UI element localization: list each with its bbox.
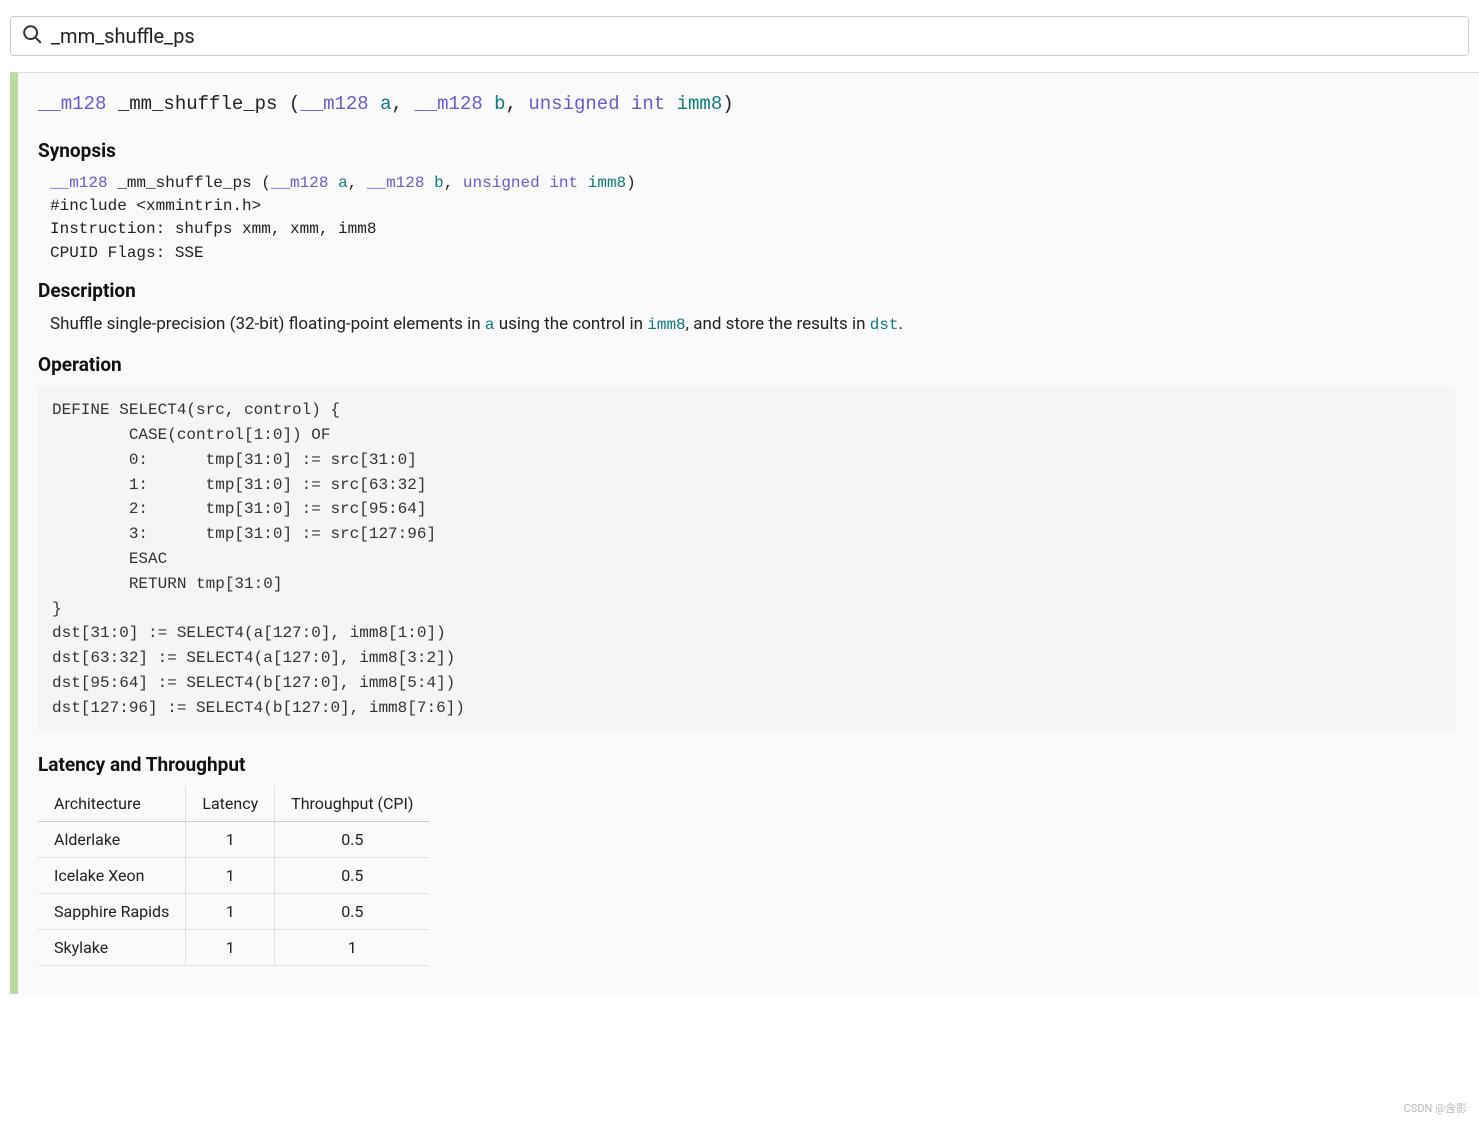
return-type: __m128 bbox=[38, 93, 106, 115]
synopsis-include: #include <xmmintrin.h> bbox=[50, 197, 261, 215]
param-1-type: __m128 bbox=[414, 93, 482, 115]
param-1-name: b bbox=[494, 93, 505, 115]
param-0-type: __m128 bbox=[300, 93, 368, 115]
function-name: _mm_shuffle_ps bbox=[118, 93, 278, 115]
synopsis-instruction: Instruction: shufps xmm, xmm, imm8 bbox=[50, 220, 376, 238]
intrinsic-detail-panel: __m128 _mm_shuffle_ps (__m128 a, __m128 … bbox=[10, 72, 1479, 994]
desc-code-a: a bbox=[485, 316, 495, 334]
watermark: CSDN @含影 bbox=[1404, 1100, 1467, 1116]
table-row: Icelake Xeon 1 0.5 bbox=[38, 857, 429, 893]
description-text: Shuffle single-precision (32-bit) floati… bbox=[50, 312, 1455, 338]
desc-code-imm8: imm8 bbox=[647, 316, 685, 334]
param-0-name: a bbox=[380, 93, 391, 115]
perf-heading: Latency and Throughput bbox=[38, 753, 1455, 776]
search-bar bbox=[10, 16, 1469, 56]
desc-code-dst: dst bbox=[870, 316, 899, 334]
operation-heading: Operation bbox=[38, 353, 1455, 376]
perf-table: Architecture Latency Throughput (CPI) Al… bbox=[38, 786, 429, 966]
perf-header-throughput: Throughput (CPI) bbox=[275, 786, 430, 822]
table-row: Alderlake 1 0.5 bbox=[38, 821, 429, 857]
synopsis-heading: Synopsis bbox=[38, 139, 1455, 162]
synopsis-cpuid: CPUID Flags: SSE bbox=[50, 244, 204, 262]
search-box[interactable] bbox=[10, 16, 1469, 56]
function-signature: __m128 _mm_shuffle_ps (__m128 a, __m128 … bbox=[38, 93, 1455, 115]
search-input[interactable] bbox=[51, 24, 1458, 48]
search-icon bbox=[21, 23, 43, 49]
table-row: Sapphire Rapids 1 0.5 bbox=[38, 893, 429, 929]
perf-table-header-row: Architecture Latency Throughput (CPI) bbox=[38, 786, 429, 822]
param-2-name: imm8 bbox=[677, 93, 723, 115]
operation-code: DEFINE SELECT4(src, control) { CASE(cont… bbox=[38, 386, 1455, 732]
synopsis-block: __m128 _mm_shuffle_ps (__m128 a, __m128 … bbox=[50, 172, 1455, 265]
param-2-type: unsigned int bbox=[528, 93, 665, 115]
perf-header-latency: Latency bbox=[186, 786, 275, 822]
perf-header-arch: Architecture bbox=[38, 786, 186, 822]
table-row: Skylake 1 1 bbox=[38, 929, 429, 965]
description-heading: Description bbox=[38, 279, 1455, 302]
